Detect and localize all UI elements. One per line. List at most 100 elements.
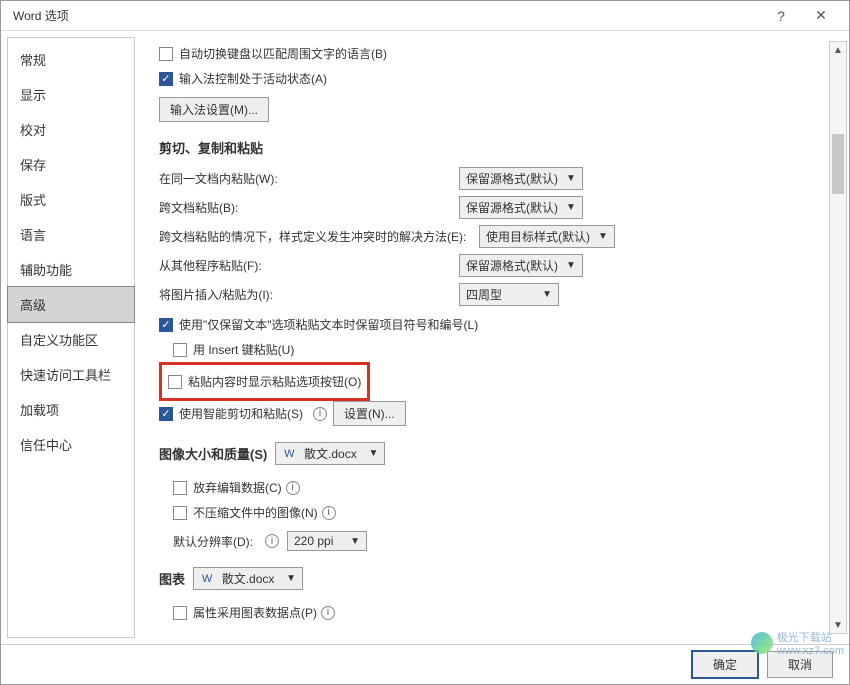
settings-button[interactable]: 设置(N)... [333,401,406,426]
dropdown-value: 散文.docx [304,445,357,462]
word-doc-icon: W [282,447,296,461]
checkbox-box-icon [173,343,187,357]
dropdown-same-doc-paste[interactable]: 保留源格式(默认) ▼ [459,167,583,190]
checkbox-ime-active[interactable]: ✓ 输入法控制处于活动状态(A) [159,70,327,87]
dialog-body: 常规 显示 校对 保存 版式 语言 辅助功能 高级 自定义功能区 快速访问工具栏… [1,31,849,644]
scroll-up-arrow-icon[interactable]: ▲ [830,42,846,58]
sidebar: 常规 显示 校对 保存 版式 语言 辅助功能 高级 自定义功能区 快速访问工具栏… [7,37,135,638]
sidebar-item-proofing[interactable]: 校对 [8,112,134,147]
checkbox-label: 使用"仅保留文本"选项粘贴文本时保留项目符号和编号(L) [179,316,478,333]
section-label: 图像大小和质量(S) [159,444,267,463]
chevron-down-icon: ▼ [350,536,360,547]
checkbox-label: 用 Insert 键粘贴(U) [193,341,294,358]
checkbox-auto-keyboard[interactable]: 自动切换键盘以匹配周围文字的语言(B) [159,45,387,62]
ime-settings-button[interactable]: 输入法设置(M)... [159,97,269,122]
help-button[interactable]: ? [761,2,801,30]
checkbox-label: 输入法控制处于活动状态(A) [179,70,327,87]
dropdown-value: 保留源格式(默认) [466,257,558,274]
sidebar-item-general[interactable]: 常规 [8,42,134,77]
ok-button[interactable]: 确定 [691,650,759,679]
checkbox-insert-paste[interactable]: 用 Insert 键粘贴(U) [173,341,294,358]
info-icon[interactable]: i [286,481,300,495]
checkbox-box-icon [168,375,182,389]
checkbox-label: 自动切换键盘以匹配周围文字的语言(B) [179,45,387,62]
checkbox-box-icon [159,47,173,61]
sidebar-item-quick-access[interactable]: 快速访问工具栏 [8,357,134,392]
info-icon[interactable]: i [313,407,327,421]
scrollbar-thumb[interactable] [832,134,844,194]
titlebar: Word 选项 ? ✕ [1,1,849,31]
section-image-size: 图像大小和质量(S) W 散文.docx ▼ [159,442,831,465]
label-paste-image-as: 将图片插入/粘贴为(I): [159,286,459,303]
sidebar-item-accessibility[interactable]: 辅助功能 [8,252,134,287]
checkbox-chart-datapoint[interactable]: 属性采用图表数据点(P) i [173,604,335,621]
dropdown-value: 散文.docx [222,570,275,587]
dropdown-default-resolution[interactable]: 220 ppi ▼ [287,531,367,551]
sidebar-item-display[interactable]: 显示 [8,77,134,112]
chevron-down-icon: ▼ [286,573,296,584]
chevron-down-icon: ▼ [566,260,576,271]
checkbox-label: 粘贴内容时显示粘贴选项按钮(O) [188,373,361,390]
sidebar-item-save[interactable]: 保存 [8,147,134,182]
section-chart: 图表 W 散文.docx ▼ [159,567,831,590]
checkbox-label: 使用智能剪切和粘贴(S) [179,405,303,422]
word-doc-icon: W [200,572,214,586]
vertical-scrollbar[interactable]: ▲ ▼ [829,41,847,634]
watermark-line1: 极光下载站 [777,632,832,644]
checkbox-box-icon [173,506,187,520]
watermark-line2: www.xz7.com [777,645,844,657]
section-show-content: 显示文档内容 [159,641,831,644]
content-pane: 自动切换键盘以匹配周围文字的语言(B) ✓ 输入法控制处于活动状态(A) 输入法… [135,31,849,644]
dropdown-value: 220 ppi [294,534,333,548]
label-same-doc-paste: 在同一文档内粘贴(W): [159,170,459,187]
dropdown-image-doc[interactable]: W 散文.docx ▼ [275,442,385,465]
info-icon[interactable]: i [265,534,279,548]
sidebar-item-advanced[interactable]: 高级 [8,287,134,322]
checkbox-discard-edit-data[interactable]: 放弃编辑数据(C) i [173,479,300,496]
checkbox-checked-icon: ✓ [159,318,173,332]
checkbox-show-paste-options[interactable]: 粘贴内容时显示粘贴选项按钮(O) [168,373,361,390]
section-label: 图表 [159,569,185,588]
sidebar-item-customize-ribbon[interactable]: 自定义功能区 [8,322,134,357]
checkbox-label: 属性采用图表数据点(P) [193,604,317,621]
checkbox-smart-cut-paste[interactable]: ✓ 使用智能剪切和粘贴(S) [159,405,303,422]
word-options-dialog: Word 选项 ? ✕ 常规 显示 校对 保存 版式 语言 辅助功能 高级 自定… [0,0,850,685]
dropdown-value: 保留源格式(默认) [466,170,558,187]
sidebar-item-language[interactable]: 语言 [8,217,134,252]
highlight-annotation: 粘贴内容时显示粘贴选项按钮(O) [159,362,370,401]
dropdown-other-program-paste[interactable]: 保留源格式(默认) ▼ [459,254,583,277]
chevron-down-icon: ▼ [368,448,378,459]
checkbox-checked-icon: ✓ [159,407,173,421]
dropdown-chart-doc[interactable]: W 散文.docx ▼ [193,567,303,590]
watermark-logo-icon [751,632,773,654]
checkbox-label: 不压缩文件中的图像(N) [193,504,318,521]
chevron-down-icon: ▼ [566,173,576,184]
close-button[interactable]: ✕ [801,2,841,30]
button-label: 取消 [788,658,812,672]
button-label: 设置(N)... [344,405,395,422]
info-icon[interactable]: i [321,606,335,620]
sidebar-item-trust-center[interactable]: 信任中心 [8,427,134,462]
button-label: 确定 [713,658,737,672]
dropdown-cross-doc-conflict[interactable]: 使用目标样式(默认) ▼ [479,225,615,248]
checkbox-box-icon [173,481,187,495]
label-default-resolution: 默认分辨率(D): [173,533,253,550]
label-other-program-paste: 从其他程序粘贴(F): [159,257,459,274]
checkbox-no-compress-image[interactable]: 不压缩文件中的图像(N) i [173,504,336,521]
sidebar-item-addins[interactable]: 加载项 [8,392,134,427]
checkbox-checked-icon: ✓ [159,72,173,86]
checkbox-box-icon [173,606,187,620]
sidebar-item-layout[interactable]: 版式 [8,182,134,217]
chevron-down-icon: ▼ [598,231,608,242]
dialog-title: Word 选项 [9,7,761,24]
dropdown-value: 四周型 [466,286,502,303]
label-cross-doc-conflict: 跨文档粘贴的情况下，样式定义发生冲突时的解决方法(E): [159,228,479,245]
info-icon[interactable]: i [322,506,336,520]
dropdown-cross-doc-paste[interactable]: 保留源格式(默认) ▼ [459,196,583,219]
dropdown-value: 使用目标样式(默认) [486,228,590,245]
section-cut-copy-paste: 剪切、复制和粘贴 [159,138,831,157]
checkbox-keep-bullets[interactable]: ✓ 使用"仅保留文本"选项粘贴文本时保留项目符号和编号(L) [159,316,478,333]
chevron-down-icon: ▼ [566,202,576,213]
dropdown-paste-image-as[interactable]: 四周型 ▼ [459,283,559,306]
checkbox-label: 放弃编辑数据(C) [193,479,282,496]
